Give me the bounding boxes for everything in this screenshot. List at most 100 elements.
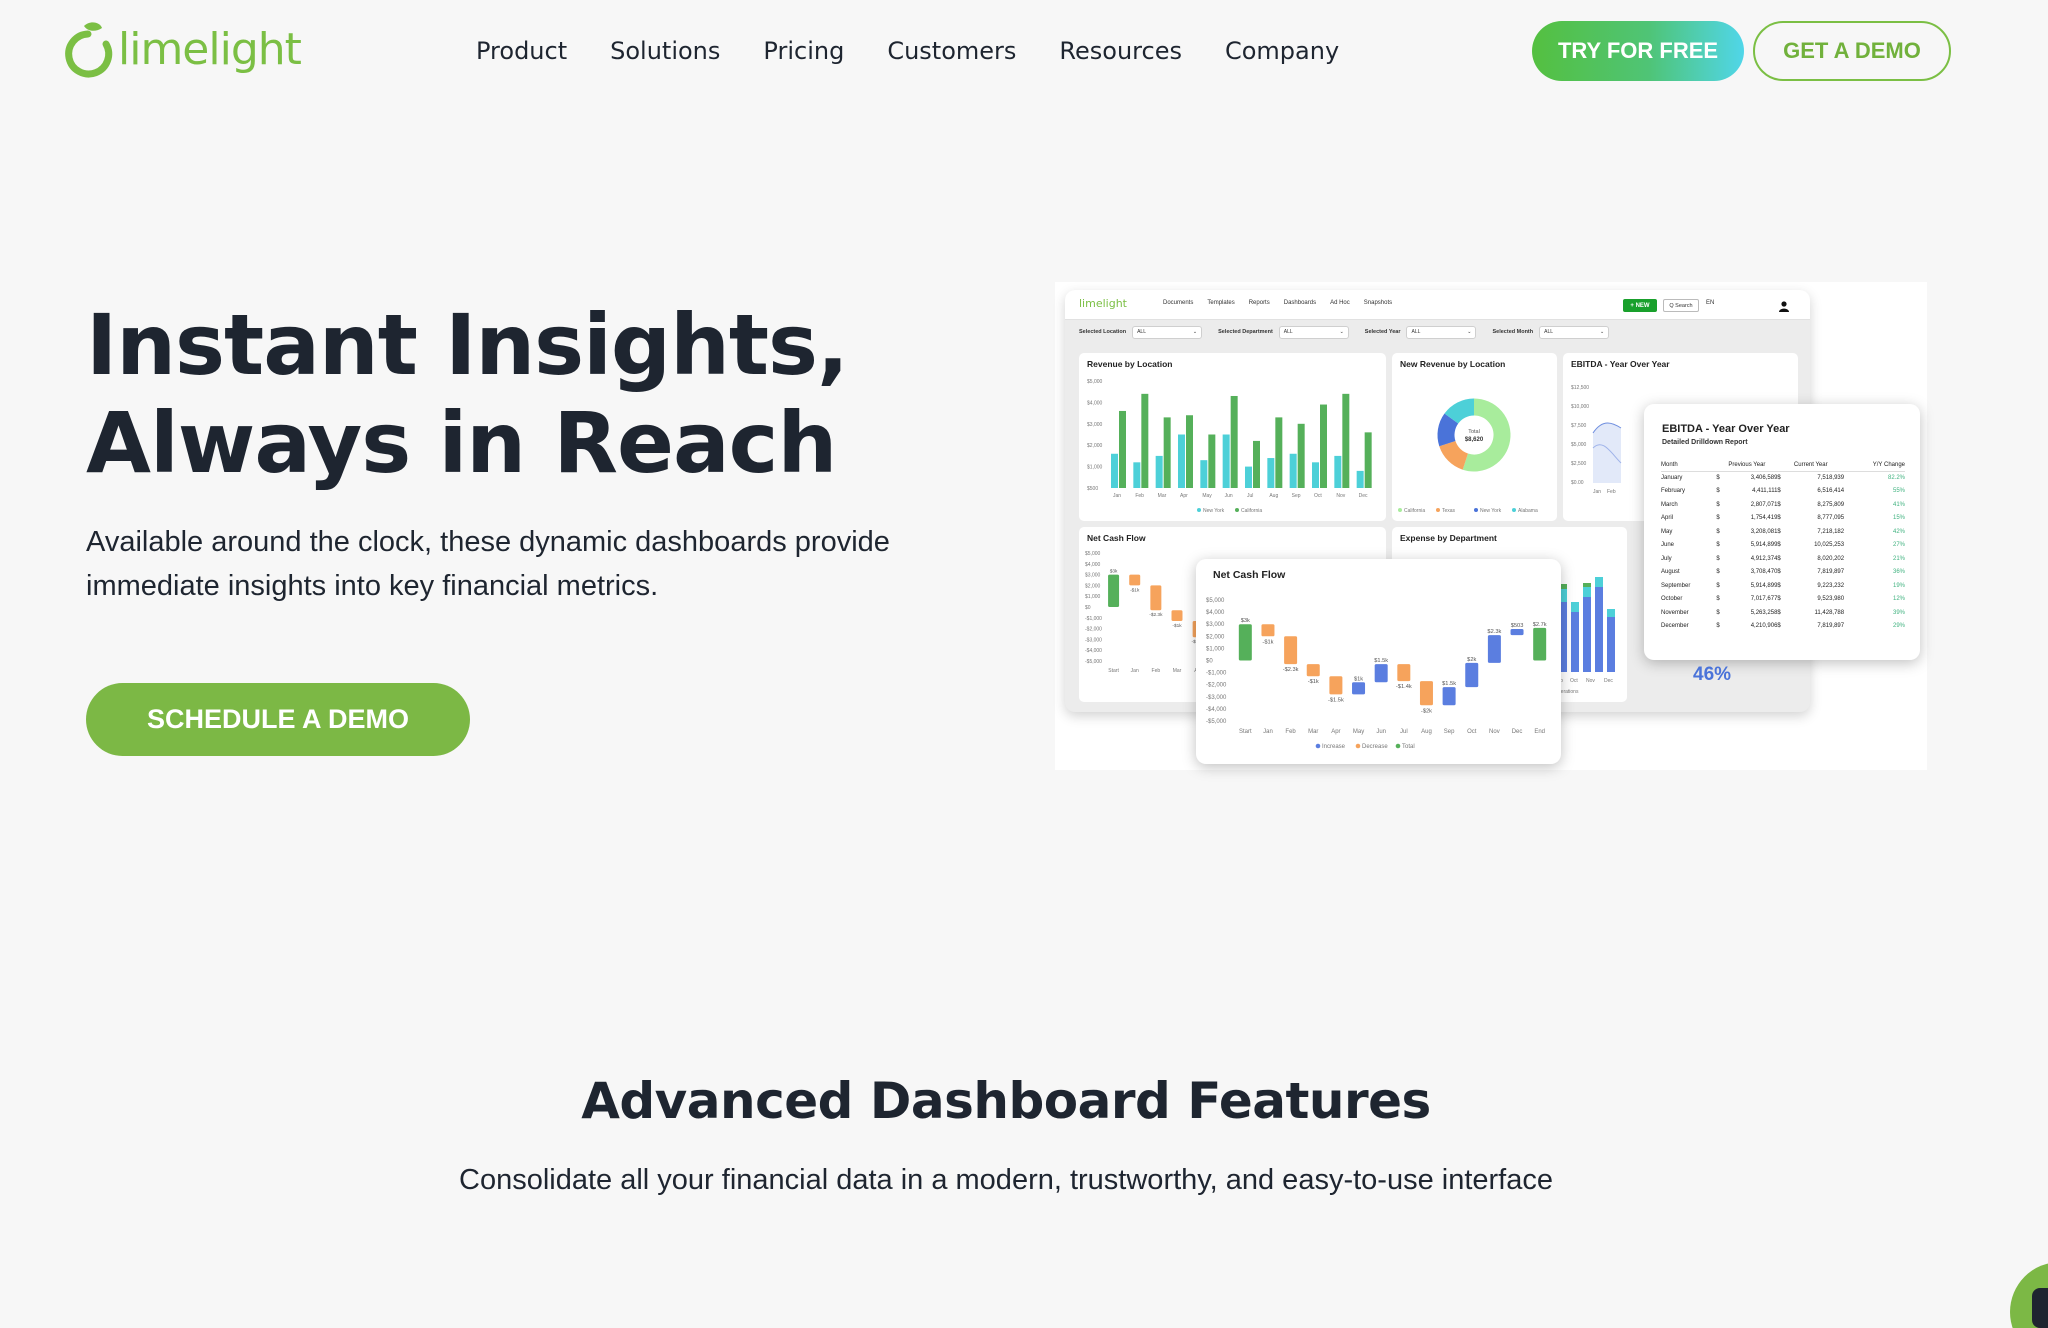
x-tick-label: Jan: [1263, 729, 1273, 735]
get-a-demo-button[interactable]: GET A DEMO: [1753, 21, 1951, 81]
table-cell: August: [1661, 569, 1680, 576]
cash-flow-bar: [1465, 662, 1479, 688]
table-cell: 9,223,232: [1817, 582, 1845, 589]
revenue-bar: [1230, 395, 1238, 488]
svg-text:Feb: Feb: [1607, 489, 1616, 495]
table-row: March $2,807,071 $8,275,809 41%: [1661, 498, 1905, 512]
table-cell: 29%: [1892, 623, 1905, 630]
ebitda-table: Month Previous Year Current Year Y/Y Cha…: [1661, 459, 1905, 633]
bar-value-label: -$1k: [1262, 639, 1273, 645]
revenue-bar: [1119, 410, 1126, 488]
revenue-bar: [1111, 453, 1118, 488]
cash-flow-bar: [1238, 624, 1252, 661]
x-tick-label: Jun: [1376, 729, 1386, 735]
table-cell: 7,017,677: [1750, 596, 1778, 603]
legend-dot: [1315, 743, 1321, 749]
expense-bars: [1559, 577, 1615, 672]
nav-pricing[interactable]: Pricing: [763, 33, 844, 69]
legend-label: Total: [1402, 744, 1415, 750]
table-cell: $: [1777, 528, 1781, 535]
table-cell: 36%: [1892, 569, 1905, 576]
table-row: November $5,263,258 $11,428,788 39%: [1661, 606, 1905, 620]
y-tick-label: $3,000: [1087, 422, 1103, 428]
limelight-logo[interactable]: limelight: [60, 20, 302, 80]
filter-label: Selected Department: [1218, 329, 1273, 335]
revenue-bar: [1208, 434, 1216, 488]
y-tick-label: $3,000: [1206, 622, 1225, 628]
bar-value-label: $503: [1511, 623, 1524, 629]
chat-icon: [2032, 1288, 2048, 1328]
dashboard-nav-item: Snapshots: [1363, 300, 1393, 306]
table-cell: 7,819,897: [1817, 569, 1845, 576]
table-cell: 7,819,897: [1817, 623, 1845, 630]
features-subtitle: Consolidate all your financial data in a…: [459, 1164, 1553, 1196]
table-row: May $3,208,081 $7,218,182 42%: [1661, 525, 1905, 539]
table-cell: 3,708,470: [1750, 569, 1778, 576]
x-tick-label: Jul: [1400, 729, 1408, 735]
cash-flow-bar: [1352, 682, 1366, 695]
chevron-down-icon: ⌄: [1599, 329, 1605, 335]
svg-text:$2,500: $2,500: [1571, 461, 1587, 467]
ebitda-title: EBITDA - Year Over Year: [1571, 359, 1670, 369]
net-cash-flow-title: Net Cash Flow: [1213, 569, 1286, 581]
table-cell: $: [1716, 488, 1720, 495]
bar-value-label: $1.5k: [1374, 658, 1388, 664]
y-tick-label: -$1,000: [1206, 671, 1227, 677]
y-tick-label: -$4,000: [1206, 707, 1227, 713]
table-cell: $: [1777, 475, 1781, 481]
table-cell: 27%: [1892, 542, 1905, 549]
cash-flow-bar: [1150, 585, 1162, 611]
cash-flow-bar: [1397, 664, 1411, 682]
y-tick-label: $5,000: [1087, 379, 1103, 385]
filter-value: ALL: [1283, 329, 1293, 335]
revenue-bar: [1178, 434, 1185, 488]
chat-widget-button[interactable]: [2010, 1262, 2048, 1328]
ebitda-detail-card: EBITDA - Year Over Year Detailed Drilldo…: [1644, 404, 1920, 660]
y-tick-label: -$4,000: [1085, 648, 1102, 654]
table-cell: 12%: [1892, 596, 1905, 603]
dashboard-filters: Selected Location ALL ⌄ Selected Departme…: [1065, 320, 1810, 344]
table-cell: May: [1661, 528, 1673, 535]
nav-solutions[interactable]: Solutions: [610, 33, 720, 69]
x-tick-label: Dec: [1359, 493, 1368, 499]
x-tick-label: Mar: [1173, 668, 1182, 674]
revenue-bar: [1312, 462, 1319, 488]
nav-resources[interactable]: Resources: [1059, 33, 1182, 69]
y-tick-label: $1,000: [1085, 594, 1101, 600]
bar-value-label: -$1k: [1130, 587, 1140, 593]
legend-label: California: [1241, 508, 1262, 514]
new-revenue-chart: Total $8,620 California Texas New York Alabam…: [1398, 398, 1538, 514]
table-cell: 7,518,939: [1817, 475, 1845, 481]
donut-slice: [1437, 413, 1459, 447]
y-tick-label: $4,000: [1085, 562, 1101, 568]
donut-slice: [1444, 398, 1475, 425]
hero-title-line-2: Always in Reach: [86, 394, 837, 492]
percent-value: 46%: [1693, 664, 1732, 685]
svg-text:$0.00: $0.00: [1571, 480, 1584, 486]
table-cell: 3,208,081: [1750, 528, 1778, 535]
y-tick-label: $2,000: [1206, 634, 1225, 640]
nav-customers[interactable]: Customers: [887, 33, 1016, 69]
table-row: July $4,912,374 $8,020,202 21%: [1661, 552, 1905, 566]
nav-product[interactable]: Product: [476, 33, 567, 69]
filter-month: Selected Month ALL ⌄: [1492, 325, 1610, 339]
cash-flow-bar: [1487, 635, 1501, 663]
table-cell: 4,912,374: [1750, 555, 1778, 562]
table-cell: 4,210,906: [1750, 623, 1778, 630]
table-cell: $: [1716, 555, 1720, 562]
dashboard-nav-item: Templates: [1207, 300, 1235, 306]
revenue-bar: [1155, 455, 1163, 488]
table-cell: 10,025,253: [1814, 542, 1845, 549]
table-cell: $: [1716, 528, 1720, 535]
nav-company[interactable]: Company: [1225, 33, 1339, 69]
dashboard-illustration: limelight Documents Templates Reports Da…: [1055, 282, 1927, 770]
revenue-bar: [1133, 462, 1141, 488]
try-for-free-button[interactable]: TRY FOR FREE: [1532, 21, 1744, 81]
bar-value-label: $1k: [1354, 676, 1363, 682]
table-cell: $: [1777, 515, 1781, 522]
svg-text:$5,000: $5,000: [1571, 442, 1587, 448]
schedule-demo-button[interactable]: SCHEDULE A DEMO: [86, 683, 470, 756]
y-tick-label: $4,000: [1087, 400, 1103, 406]
y-tick-label: $5,000: [1085, 551, 1101, 557]
cash-flow-bar: [1171, 610, 1183, 622]
